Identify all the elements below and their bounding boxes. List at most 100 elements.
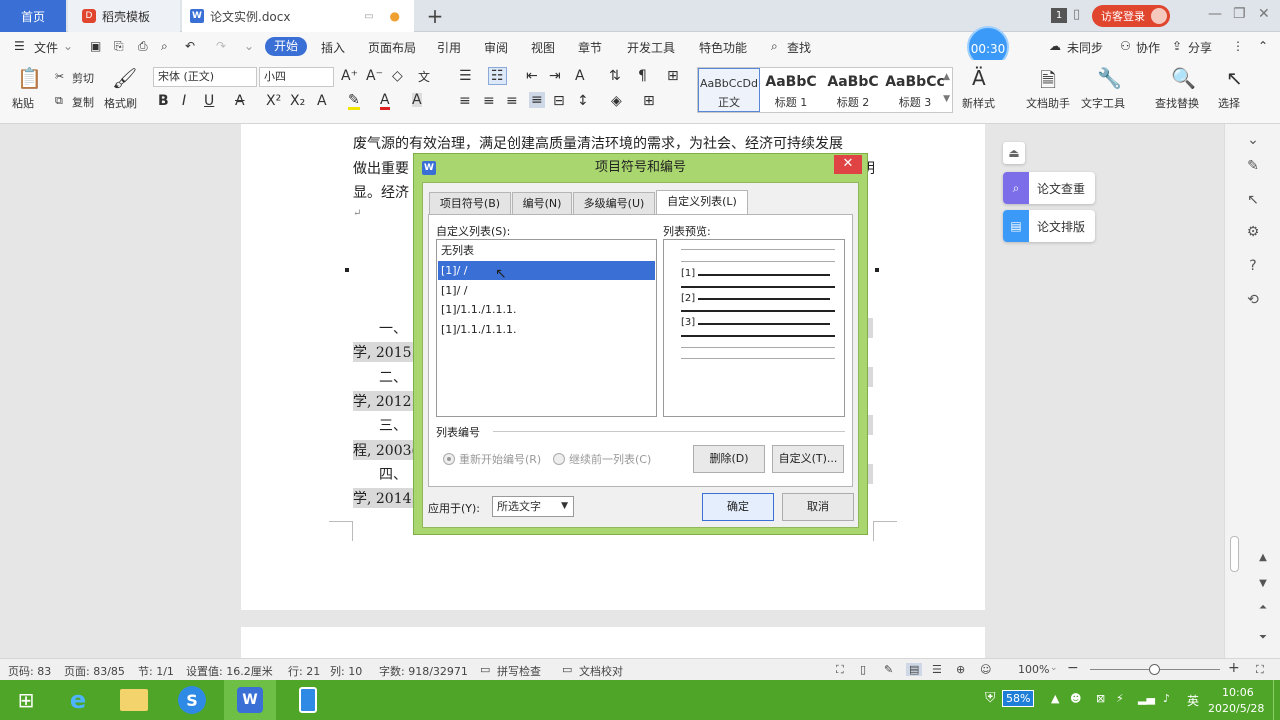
format-painter-icon[interactable]: 🖌 xyxy=(112,66,137,90)
zoom-menu-chevron-icon[interactable]: ⌄ xyxy=(1050,663,1058,673)
taskbar-explorer[interactable] xyxy=(108,680,160,720)
menu-tab-section[interactable]: 章节 xyxy=(578,39,602,56)
tray-expand-icon[interactable]: ▲ xyxy=(1051,692,1059,705)
menu-tab-review[interactable]: 审阅 xyxy=(484,39,508,56)
status-page-code[interactable]: 页码: 83 xyxy=(8,663,51,679)
list-item[interactable]: [1]/1.1./1.1.1. xyxy=(438,300,655,319)
pen-icon[interactable]: ✎ xyxy=(1244,158,1262,176)
shading-icon[interactable]: ◈ xyxy=(611,93,622,109)
menu-file[interactable]: 文件 xyxy=(34,39,58,56)
visitor-login-button[interactable]: 访客登录 xyxy=(1092,5,1170,27)
outline-view-icon[interactable]: ☰ xyxy=(932,663,942,676)
tab-bullets[interactable]: 项目符号(B) xyxy=(429,192,511,214)
delete-button[interactable]: 删除(D) xyxy=(693,445,765,473)
font-size-select[interactable]: 小四 xyxy=(259,67,334,87)
bold-icon[interactable]: B xyxy=(158,93,169,109)
text-effect-icon[interactable]: A xyxy=(317,93,327,109)
close-icon[interactable]: ✕ xyxy=(1258,6,1270,22)
subscript-icon[interactable]: X₂ xyxy=(290,93,305,109)
window-count-badge[interactable]: 1 xyxy=(1051,8,1067,23)
phonetic-guide-icon[interactable]: 文 xyxy=(418,68,430,85)
font-color-icon[interactable]: A xyxy=(380,93,390,110)
fullscreen-icon[interactable]: ⛶ xyxy=(836,663,844,677)
scroll-up-icon[interactable]: ▲ xyxy=(1254,552,1272,570)
menu-search[interactable]: 查找 xyxy=(787,39,811,56)
panel-collapse-icon[interactable]: ⌄ xyxy=(1244,132,1262,150)
proofread-button[interactable]: 文档校对 xyxy=(579,663,623,679)
tab-templates[interactable]: D 稻壳模板 xyxy=(68,0,180,32)
collaborate-button[interactable]: 协作 xyxy=(1136,39,1160,56)
taskbar-wps[interactable]: W xyxy=(224,680,276,720)
new-style-icon[interactable]: Ä xyxy=(972,66,986,90)
undo-icon[interactable]: ↶ xyxy=(185,39,195,53)
style-gallery-down-icon[interactable]: ▼ xyxy=(943,94,950,104)
zoom-in-icon[interactable]: + xyxy=(1228,660,1240,676)
vertical-scrollbar-thumb[interactable] xyxy=(1230,536,1239,572)
char-shading-icon[interactable]: A xyxy=(412,93,422,107)
paste-icon[interactable]: 📋 xyxy=(17,66,42,90)
quick-access-more-icon[interactable]: ⌄ xyxy=(244,39,254,53)
list-item[interactable]: [1]/1.1./1.1.1. xyxy=(438,320,655,339)
doc-assistant-button[interactable]: 文档助手 xyxy=(1026,95,1070,111)
battery-indicator[interactable]: 58% xyxy=(1002,690,1035,707)
style-heading-2[interactable]: AaBbC 标题 2 xyxy=(822,68,884,112)
input-language[interactable]: 英 xyxy=(1187,692,1199,709)
italic-icon[interactable]: I xyxy=(182,93,186,109)
font-name-select[interactable]: 宋体 (正文) xyxy=(153,67,257,87)
custom-list-box[interactable]: 无列表 [1]/ / [1]/ / [1]/1.1./1.1.1. [1]/1.… xyxy=(436,239,657,417)
numbered-list-icon[interactable]: ☷ xyxy=(488,67,507,85)
print-icon[interactable]: ⎙ xyxy=(138,39,148,54)
tab-multilevel[interactable]: 多级编号(U) xyxy=(573,192,655,214)
backup-icon[interactable]: ⟲ xyxy=(1244,292,1262,310)
fit-page-icon[interactable]: ⛶ xyxy=(1256,663,1264,677)
justify-icon[interactable]: ≡ xyxy=(529,92,545,108)
paste-button[interactable]: 粘贴 xyxy=(12,95,34,111)
volume-icon[interactable]: ♪ xyxy=(1163,692,1170,705)
clock-time[interactable]: 10:06 xyxy=(1222,686,1254,699)
style-heading-3[interactable]: AaBbCc 标题 3 xyxy=(884,68,946,112)
select-cursor-icon[interactable]: ↖ xyxy=(1226,66,1243,90)
tab-document[interactable]: W 论文实例.docx ▭ ● xyxy=(182,0,414,32)
menu-tab-page-layout[interactable]: 页面布局 xyxy=(368,39,416,56)
style-normal[interactable]: AaBbCcDd 正文 xyxy=(698,68,760,112)
tab-numbering[interactable]: 编号(N) xyxy=(512,192,572,214)
prev-page-icon[interactable]: ⏶ xyxy=(1254,602,1272,620)
signal-icon[interactable]: ▂▄ xyxy=(1138,692,1155,705)
strikethrough-icon[interactable]: A xyxy=(235,93,245,109)
taskbar-ie[interactable]: e xyxy=(52,680,104,720)
find-replace-button[interactable]: 查找替换 xyxy=(1155,95,1199,111)
customize-button[interactable]: 自定义(T)... xyxy=(772,445,844,473)
align-left-icon[interactable]: ≡ xyxy=(459,93,471,109)
next-page[interactable] xyxy=(241,627,985,658)
menu-tab-references[interactable]: 引用 xyxy=(437,39,461,56)
page-view-icon[interactable]: ▤ xyxy=(906,663,923,676)
security-shield-icon[interactable]: ⛨ xyxy=(985,690,996,706)
collapse-ribbon-icon[interactable]: ⌃ xyxy=(1258,39,1268,53)
sync-status[interactable]: 未同步 xyxy=(1067,39,1103,56)
status-pages[interactable]: 页面: 83/85 xyxy=(64,663,125,679)
dialog-close-button[interactable]: ✕ xyxy=(834,155,862,174)
text-tools-button[interactable]: 文字工具 xyxy=(1081,95,1125,111)
list-item[interactable]: 无列表 xyxy=(438,241,655,260)
table-border-icon[interactable]: ⊞ xyxy=(667,68,679,84)
taskbar-sogou[interactable]: S xyxy=(166,680,218,720)
reading-mode-icon[interactable]: ▯ xyxy=(860,663,866,676)
collapse-side-icon[interactable]: ⏏ xyxy=(1003,142,1025,164)
save-icon[interactable]: ▣ xyxy=(90,39,101,53)
bullet-list-icon[interactable]: ☰ xyxy=(459,68,472,84)
show-desktop-button[interactable] xyxy=(1273,680,1280,720)
cancel-button[interactable]: 取消 xyxy=(782,493,854,521)
restart-numbering-radio[interactable]: 重新开始编号(R) xyxy=(443,451,541,467)
decrease-indent-icon[interactable]: ⇤ xyxy=(526,68,538,84)
network-icon[interactable]: ⊠ xyxy=(1096,692,1105,705)
zoom-slider-thumb[interactable] xyxy=(1149,664,1160,675)
align-center-icon[interactable]: ≡ xyxy=(483,93,495,109)
share-button[interactable]: 分享 xyxy=(1188,39,1212,56)
selection-handle-right[interactable] xyxy=(875,268,879,272)
distributed-icon[interactable]: ⊟ xyxy=(553,93,565,109)
power-icon[interactable]: ⚡ xyxy=(1116,692,1124,705)
eye-protection-icon[interactable]: ☺ xyxy=(980,663,991,676)
line-spacing-icon[interactable]: ↕ xyxy=(577,93,589,109)
minimize-icon[interactable]: — xyxy=(1208,6,1222,22)
tab-custom-list[interactable]: 自定义列表(L) xyxy=(656,190,748,215)
